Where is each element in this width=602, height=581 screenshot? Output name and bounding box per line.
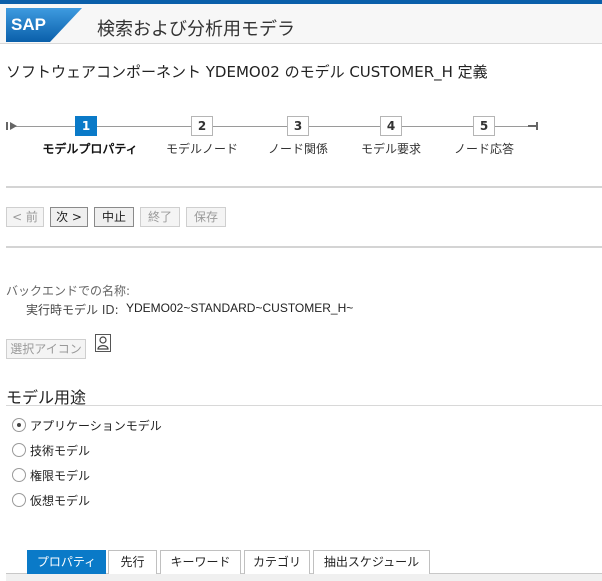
person-icon	[95, 334, 111, 352]
radio-button[interactable]	[12, 493, 26, 507]
roadmap-step-2-label[interactable]: モデルノード	[166, 140, 238, 157]
radio-virtual-model[interactable]: 仮想モデル	[12, 491, 90, 509]
save-button[interactable]: 保存	[186, 207, 226, 227]
roadmap-step-3-label[interactable]: ノード関係	[268, 140, 328, 157]
roadmap-step-1-label[interactable]: モデルプロパティ	[42, 140, 137, 157]
radio-button[interactable]	[12, 468, 26, 482]
tab-content-edge	[6, 573, 602, 581]
roadmap: 1 モデルプロパティ 2 モデルノード 3 ノード関係 4 モデル要求 5 ノー…	[0, 108, 602, 163]
cancel-button[interactable]: 中止	[94, 207, 134, 227]
tab-strip: プロパティ 先行 キーワード カテゴリ 抽出スケジュール	[0, 550, 602, 581]
roadmap-step-5[interactable]: 5	[473, 116, 495, 136]
roadmap-step-1[interactable]: 1	[75, 116, 97, 136]
roadmap-start-icon	[6, 122, 17, 130]
divider-middle	[6, 246, 602, 248]
radio-label[interactable]: 仮想モデル	[30, 492, 90, 509]
divider-top	[6, 186, 602, 188]
radio-technical-model[interactable]: 技術モデル	[12, 441, 90, 459]
roadmap-step-5-label[interactable]: ノード応答	[454, 140, 514, 157]
radio-button[interactable]	[12, 443, 26, 457]
model-usage-divider	[6, 405, 602, 406]
app-header: SAP 検索および分析用モデラ	[0, 0, 602, 44]
back-button[interactable]: < 前	[6, 207, 44, 227]
radio-label[interactable]: アプリケーションモデル	[30, 417, 162, 434]
roadmap-end-icon	[528, 122, 538, 130]
radio-label[interactable]: 権限モデル	[30, 467, 90, 484]
tab-keywords[interactable]: キーワード	[160, 550, 241, 574]
header-accent-bar	[0, 0, 602, 4]
radio-authorization-model[interactable]: 権限モデル	[12, 466, 90, 484]
roadmap-step-3[interactable]: 3	[287, 116, 309, 136]
radio-label[interactable]: 技術モデル	[30, 442, 90, 459]
tab-predecessor[interactable]: 先行	[108, 550, 157, 574]
roadmap-step-4-label[interactable]: モデル要求	[361, 140, 421, 157]
tab-category[interactable]: カテゴリ	[244, 550, 310, 574]
sap-logo-text: SAP	[11, 15, 46, 34]
roadmap-step-2[interactable]: 2	[191, 116, 213, 136]
tab-extraction-schedule[interactable]: 抽出スケジュール	[313, 550, 430, 574]
page-title: ソフトウェアコンポーネント YDEMO02 のモデル CUSTOMER_H 定義	[6, 63, 488, 81]
roadmap-step-4[interactable]: 4	[380, 116, 402, 136]
radio-application-model[interactable]: アプリケーションモデル	[12, 416, 162, 434]
next-button[interactable]: 次 >	[50, 207, 88, 227]
runtime-model-id-label: 実行時モデル ID:	[26, 303, 119, 317]
radio-button[interactable]	[12, 418, 26, 432]
tab-properties[interactable]: プロパティ	[27, 550, 106, 574]
runtime-model-id-value: YDEMO02~STANDARD~CUSTOMER_H~	[126, 301, 354, 315]
app-title: 検索および分析用モデラ	[97, 19, 295, 40]
sap-logo: SAP	[6, 8, 82, 42]
select-icon-button[interactable]: 選択アイコン	[6, 339, 86, 359]
backend-name-label: バックエンドでの名称:	[6, 284, 131, 298]
finish-button[interactable]: 終了	[140, 207, 180, 227]
